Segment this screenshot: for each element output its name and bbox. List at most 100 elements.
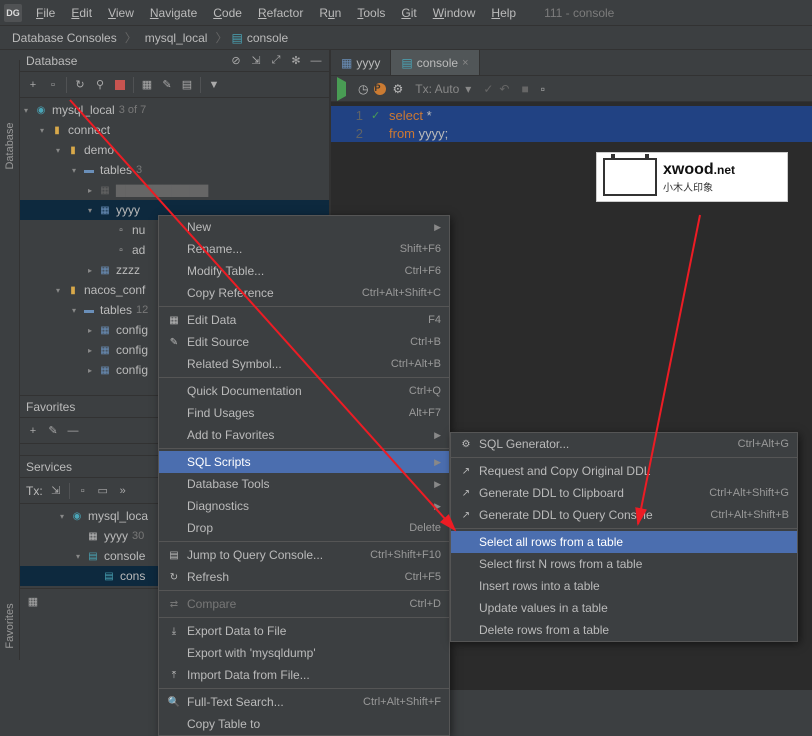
menu-code[interactable]: Code (205, 3, 250, 23)
menu-help[interactable]: Help (483, 3, 524, 23)
add-icon[interactable]: + (26, 424, 40, 438)
settings-icon[interactable]: ✻ (289, 54, 303, 68)
robot-icon (603, 158, 657, 196)
menu-item[interactable]: Find UsagesAlt+F7 (159, 402, 449, 424)
menu-item[interactable]: Delete rows from a table (451, 619, 797, 641)
tree-schema[interactable]: ▾▮connect (20, 120, 329, 140)
editor-tab-active[interactable]: ▤console × (391, 50, 479, 75)
settings-icon[interactable]: ⚙ (392, 82, 403, 96)
menu-item[interactable]: ✎Edit SourceCtrl+B (159, 331, 449, 353)
menu-item[interactable]: ▦Edit DataF4 (159, 309, 449, 331)
explain-icon[interactable]: P (374, 83, 386, 95)
menu-edit[interactable]: Edit (63, 3, 100, 23)
database-toolbar: + ▫ ↻ ⚲ ▦ ✎ ▤ ▼ (20, 72, 329, 98)
breadcrumb-item[interactable]: Database Consoles (8, 29, 121, 47)
edit-icon[interactable]: ✎ (46, 424, 60, 438)
schema-icon: ▮ (66, 143, 80, 157)
datasource-icon[interactable]: ⚲ (93, 78, 107, 92)
menu-item[interactable]: Select all rows from a table (451, 531, 797, 553)
datasource-icon: ◉ (70, 509, 84, 523)
column-icon: ▫ (114, 243, 128, 257)
run-button[interactable] (337, 82, 346, 96)
menu-item-icon: ⇄ (167, 597, 181, 611)
menu-refactor[interactable]: Refactor (250, 3, 311, 23)
tree-datasource[interactable]: ▾◉ mysql_local3 of 7 (20, 100, 329, 120)
menu-item[interactable]: Export with 'mysqldump' (159, 642, 449, 664)
submenu-arrow-icon: ▶ (434, 479, 441, 490)
menu-file[interactable]: File (28, 3, 63, 23)
menu-item[interactable]: ⚙SQL Generator...Ctrl+Alt+G (451, 433, 797, 455)
rollback-icon[interactable]: ↶ (499, 82, 509, 96)
favorites-title: Favorites (26, 400, 75, 414)
menu-item[interactable]: Modify Table... Ctrl+F6 (159, 260, 449, 282)
layout-icon[interactable]: ▫ (76, 484, 90, 498)
collapse-icon[interactable]: ⇲ (249, 54, 263, 68)
menu-item[interactable]: Insert rows into a table (451, 575, 797, 597)
menu-item[interactable]: Update values in a table (451, 597, 797, 619)
tx-mode[interactable]: Tx: Auto (415, 82, 459, 96)
attach-icon[interactable]: ▫ (541, 82, 545, 96)
commit-icon[interactable]: ✓ (483, 82, 493, 96)
menu-item[interactable]: Related Symbol...Ctrl+Alt+B (159, 353, 449, 375)
layout-icon[interactable]: ▭ (96, 484, 110, 498)
refresh-icon[interactable]: ↻ (73, 78, 87, 92)
menu-item[interactable]: Copy ReferenceCtrl+Alt+Shift+C (159, 282, 449, 304)
editor-tab[interactable]: ▦yyyy (331, 50, 391, 75)
tree-schema[interactable]: ▾▮demo (20, 140, 329, 160)
menu-tools[interactable]: Tools (349, 3, 393, 23)
menu-item[interactable]: Copy Table to (159, 713, 449, 735)
menu-item[interactable]: Database Tools▶ (159, 473, 449, 495)
edit-icon[interactable]: ✎ (160, 78, 174, 92)
sidetab-favorites[interactable]: Favorites (4, 596, 16, 656)
menu-run[interactable]: Run (311, 3, 349, 23)
menu-item[interactable]: SQL Scripts▶ (159, 451, 449, 473)
menu-item[interactable]: Add to Favorites▶ (159, 424, 449, 446)
watermark-logo: xwood.net小木人印象 (596, 152, 788, 202)
breadcrumb-item[interactable]: console (243, 29, 292, 47)
code-editor[interactable]: 1✓ select * 2 from yyyy; (331, 102, 812, 146)
menu-item[interactable]: ▤Jump to Query Console...Ctrl+Shift+F10 (159, 544, 449, 566)
menu-item[interactable]: ↗Request and Copy Original DDL (451, 460, 797, 482)
menu-item[interactable]: DropDelete (159, 517, 449, 539)
chevron-right-icon[interactable]: » (116, 484, 130, 498)
history-icon[interactable]: ◷ (358, 82, 368, 96)
menu-item[interactable]: ⤒Import Data from File... (159, 664, 449, 686)
menu-item-label: Modify Table... (187, 264, 264, 278)
sidetab-database[interactable]: Database (4, 116, 16, 176)
menu-item[interactable]: ↗Generate DDL to ClipboardCtrl+Alt+Shift… (451, 482, 797, 504)
copy-icon[interactable]: ▫ (46, 78, 60, 92)
tree-item-dim[interactable]: ▸▦▇▇▇▇▇▇▇▇▇▇ (20, 180, 329, 200)
stop-icon[interactable]: ■ (521, 82, 528, 96)
menu-git[interactable]: Git (393, 3, 424, 23)
menu-item[interactable]: ↻RefreshCtrl+F5 (159, 566, 449, 588)
tree-folder[interactable]: ▾▬tables3 (20, 160, 329, 180)
menu-item[interactable]: 🔍Full-Text Search...Ctrl+Alt+Shift+F (159, 691, 449, 713)
hide-icon[interactable]: — (309, 54, 323, 68)
menu-view[interactable]: View (100, 3, 142, 23)
collapse-icon[interactable]: ⇲ (49, 484, 63, 498)
menu-item[interactable]: ↗Generate DDL to Query ConsoleCtrl+Alt+S… (451, 504, 797, 526)
stop-button[interactable] (113, 78, 127, 92)
layout-icon[interactable]: ▦ (26, 595, 40, 609)
menu-item[interactable]: Rename...Shift+F6 (159, 238, 449, 260)
filter-icon[interactable]: ▼ (207, 78, 221, 92)
menu-item[interactable]: New▶ (159, 216, 449, 238)
remove-icon[interactable]: — (66, 424, 80, 438)
menu-shortcut: Ctrl+F6 (405, 265, 441, 277)
menu-item[interactable]: ⇄CompareCtrl+D (159, 593, 449, 615)
close-icon[interactable]: × (462, 57, 468, 69)
menu-item[interactable]: ⤓Export Data to File (159, 620, 449, 642)
chevron-down-icon[interactable]: ▾ (465, 82, 471, 96)
query-icon[interactable]: ▤ (180, 78, 194, 92)
menu-window[interactable]: Window (425, 3, 484, 23)
menu-navigate[interactable]: Navigate (142, 3, 205, 23)
menu-item[interactable]: Diagnostics▶ (159, 495, 449, 517)
stop-icon[interactable]: ⊘ (229, 54, 243, 68)
menu-item[interactable]: Quick DocumentationCtrl+Q (159, 380, 449, 402)
add-icon[interactable]: + (26, 78, 40, 92)
table-icon[interactable]: ▦ (140, 78, 154, 92)
menu-item[interactable]: Select first N rows from a table (451, 553, 797, 575)
expand-icon[interactable]: ⤢ (269, 54, 283, 68)
breadcrumb-item[interactable]: mysql_local (141, 29, 212, 47)
menu-item-icon: ↗ (459, 464, 473, 478)
